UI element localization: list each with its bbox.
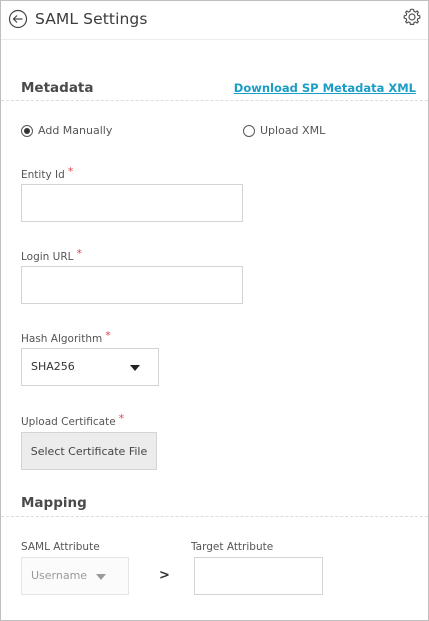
- login-url-input[interactable]: [21, 266, 243, 304]
- saml-attribute-select[interactable]: Username: [21, 557, 129, 595]
- radio-upload-xml-circle[interactable]: [243, 124, 255, 137]
- chevron-down-icon: [96, 574, 106, 580]
- required-asterisk: *: [67, 165, 74, 178]
- required-asterisk: *: [105, 329, 111, 342]
- mapping-arrow: >: [159, 568, 170, 583]
- login-url-label: Login URL *: [21, 247, 83, 263]
- entity-id-input[interactable]: [21, 184, 243, 222]
- select-certificate-button[interactable]: Select Certificate File: [21, 432, 157, 470]
- hash-algorithm-label-text: Hash Algorithm: [21, 333, 103, 345]
- saml-attribute-value: Username: [31, 569, 88, 582]
- required-asterisk: *: [118, 412, 125, 425]
- radio-selected-dot: [24, 127, 30, 134]
- entity-id-label-text: Entity Id: [21, 169, 65, 181]
- upload-certificate-label-text: Upload Certificate: [21, 416, 116, 428]
- metadata-section-title: Metadata: [21, 80, 94, 96]
- hash-algorithm-value: SHA256: [31, 360, 75, 373]
- required-asterisk: *: [76, 247, 83, 260]
- saml-settings-panel: SAML Settings Metadata Download SP Metad…: [0, 0, 429, 621]
- gear-icon[interactable]: [402, 7, 422, 27]
- radio-add-manually-label: Add Manually: [38, 124, 113, 137]
- entity-id-label: Entity Id *: [21, 165, 74, 181]
- chevron-down-icon: [130, 365, 140, 371]
- mapping-section-title: Mapping: [21, 495, 87, 511]
- radio-upload-xml-label: Upload XML: [260, 124, 326, 137]
- radio-upload-xml[interactable]: Upload XML: [243, 124, 325, 137]
- target-attribute-input[interactable]: [194, 557, 323, 595]
- hash-algorithm-label: Hash Algorithm *: [21, 329, 111, 345]
- download-sp-metadata-link[interactable]: Download SP Metadata XML: [234, 81, 416, 95]
- panel-header: SAML Settings: [1, 1, 428, 40]
- mapping-divider: [1, 516, 428, 517]
- saml-attribute-label: SAML Attribute: [21, 541, 100, 553]
- login-url-label-text: Login URL: [21, 251, 74, 263]
- back-arrow-icon[interactable]: [8, 9, 28, 29]
- upload-certificate-label: Upload Certificate *: [21, 412, 125, 428]
- radio-add-manually[interactable]: Add Manually: [21, 124, 112, 137]
- hash-algorithm-select[interactable]: SHA256: [21, 348, 159, 386]
- page-title: SAML Settings: [35, 10, 148, 28]
- target-attribute-label: Target Attribute: [191, 541, 274, 553]
- radio-add-manually-circle[interactable]: [21, 124, 33, 137]
- metadata-divider: [1, 100, 428, 101]
